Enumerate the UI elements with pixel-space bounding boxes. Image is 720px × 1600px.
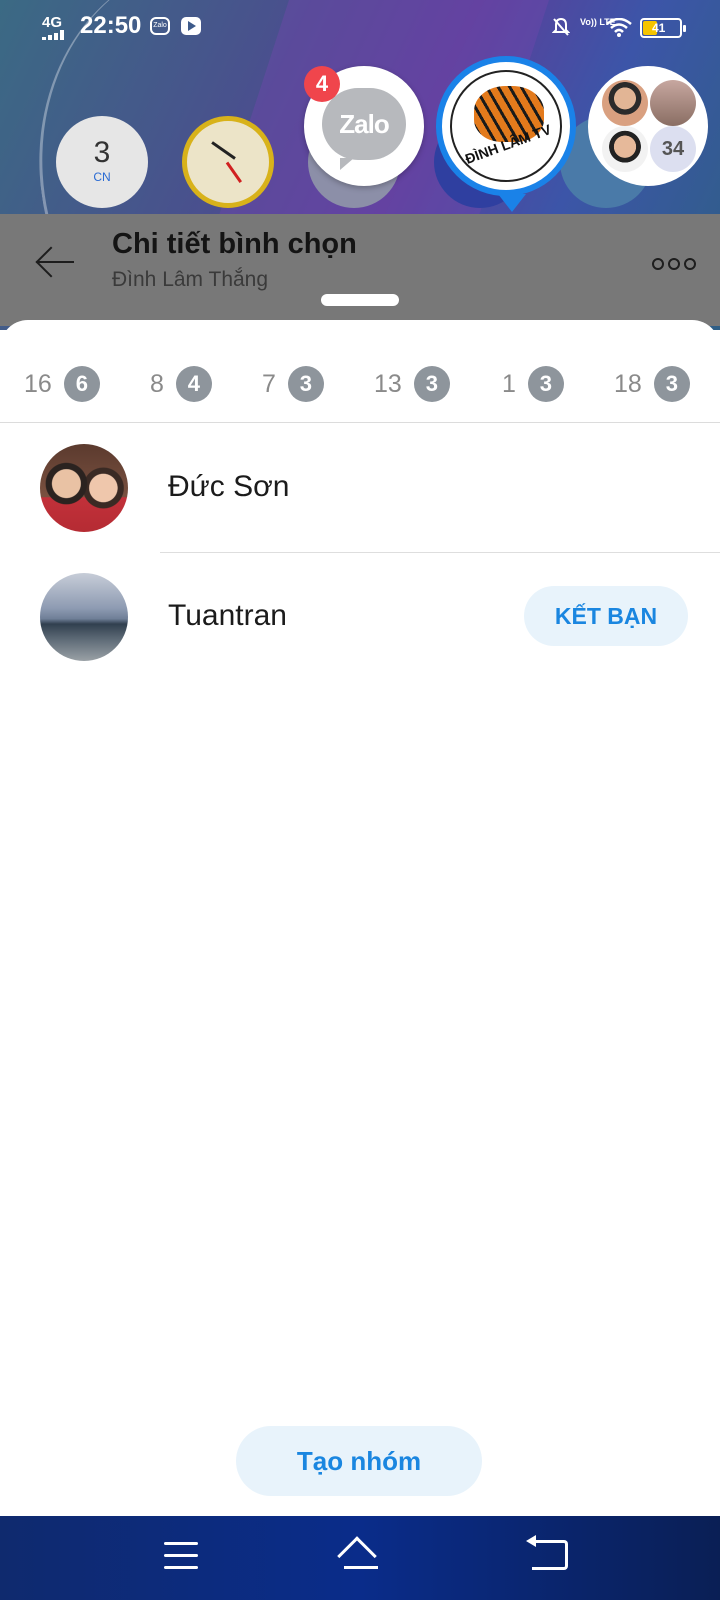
group-member-avatar xyxy=(650,80,696,126)
page-subtitle: Đình Lâm Thắng xyxy=(112,268,269,291)
voter-name: Tuantran xyxy=(168,599,287,632)
voter-name: Đức Sơn xyxy=(168,470,290,503)
tab-option[interactable]: 18 3 xyxy=(614,356,690,412)
tab-vote-count: 3 xyxy=(653,366,690,402)
avatar[interactable] xyxy=(40,444,128,532)
bell-muted-icon xyxy=(552,17,570,36)
wifi-icon xyxy=(606,18,632,37)
zalo-logo: Zalo xyxy=(322,88,406,170)
home-icon[interactable] xyxy=(337,1536,384,1576)
clock-minute-hand xyxy=(225,161,242,184)
vote-option-tabs: 16 6 8 4 7 3 13 3 1 3 18 3 xyxy=(0,356,720,412)
tab-option-label: 1 xyxy=(502,369,516,398)
tab-option-label: 7 xyxy=(262,369,276,398)
tab-vote-count: 3 xyxy=(527,366,564,402)
tab-vote-count: 4 xyxy=(175,366,212,402)
calendar-widget: 3 CN xyxy=(56,116,148,208)
tab-option-label: 18 xyxy=(614,369,642,398)
tab-option[interactable]: 13 3 xyxy=(374,356,450,412)
back-icon[interactable] xyxy=(526,1535,568,1570)
group-member-avatar xyxy=(602,80,648,126)
add-friend-button[interactable]: KẾT BẠN xyxy=(524,586,688,646)
clock-hour-hand xyxy=(211,141,236,160)
zalo-notification-icon: Zalo xyxy=(150,17,170,35)
back-arrow-icon[interactable] xyxy=(36,246,76,278)
create-group-button[interactable]: Tạo nhóm xyxy=(236,1426,482,1496)
avatar[interactable] xyxy=(40,573,128,661)
calendar-weekday: CN xyxy=(93,170,111,184)
more-options-icon[interactable] xyxy=(652,258,696,270)
tab-option[interactable]: 16 6 xyxy=(24,356,100,412)
group-member-count: 34 xyxy=(650,126,696,172)
tab-vote-count: 3 xyxy=(413,366,450,402)
tab-vote-count: 6 xyxy=(63,366,100,402)
page-title: Chi tiết bình chọn xyxy=(112,228,357,260)
calendar-day: 3 xyxy=(93,136,111,169)
app-header xyxy=(0,214,720,326)
chat-head-active[interactable]: ĐÌNH LÂM TV xyxy=(436,56,576,212)
tab-vote-count: 3 xyxy=(287,366,324,402)
voter-row[interactable]: Đức Sơn xyxy=(0,424,720,552)
signal-icon xyxy=(42,30,68,40)
youtube-notification-icon xyxy=(181,17,201,35)
sheet-drag-handle[interactable] xyxy=(321,294,399,306)
tab-option-label: 13 xyxy=(374,369,402,398)
battery-icon: 41 xyxy=(640,18,686,38)
group-chat-head[interactable]: 34 xyxy=(588,66,708,186)
tiger-avatar: ĐÌNH LÂM TV xyxy=(450,70,562,182)
recent-apps-icon[interactable] xyxy=(164,1542,198,1570)
clock-widget xyxy=(182,116,274,208)
clock-time: 22:50 xyxy=(80,12,142,39)
battery-level: 41 xyxy=(652,21,666,35)
active-pointer-icon xyxy=(498,194,526,212)
network-type: 4G xyxy=(42,14,63,31)
unread-badge: 4 xyxy=(304,66,340,102)
tab-option[interactable]: 1 3 xyxy=(502,356,564,412)
tab-option[interactable]: 7 3 xyxy=(262,356,324,412)
status-bar: 4G 22:50 Zalo Vo)) LTE 41 xyxy=(0,0,720,56)
tab-option[interactable]: 8 4 xyxy=(150,356,212,412)
tabs-divider xyxy=(0,422,720,423)
tab-option-label: 8 xyxy=(150,369,164,398)
group-member-avatar xyxy=(602,126,648,172)
tab-option-label: 16 xyxy=(24,369,52,398)
